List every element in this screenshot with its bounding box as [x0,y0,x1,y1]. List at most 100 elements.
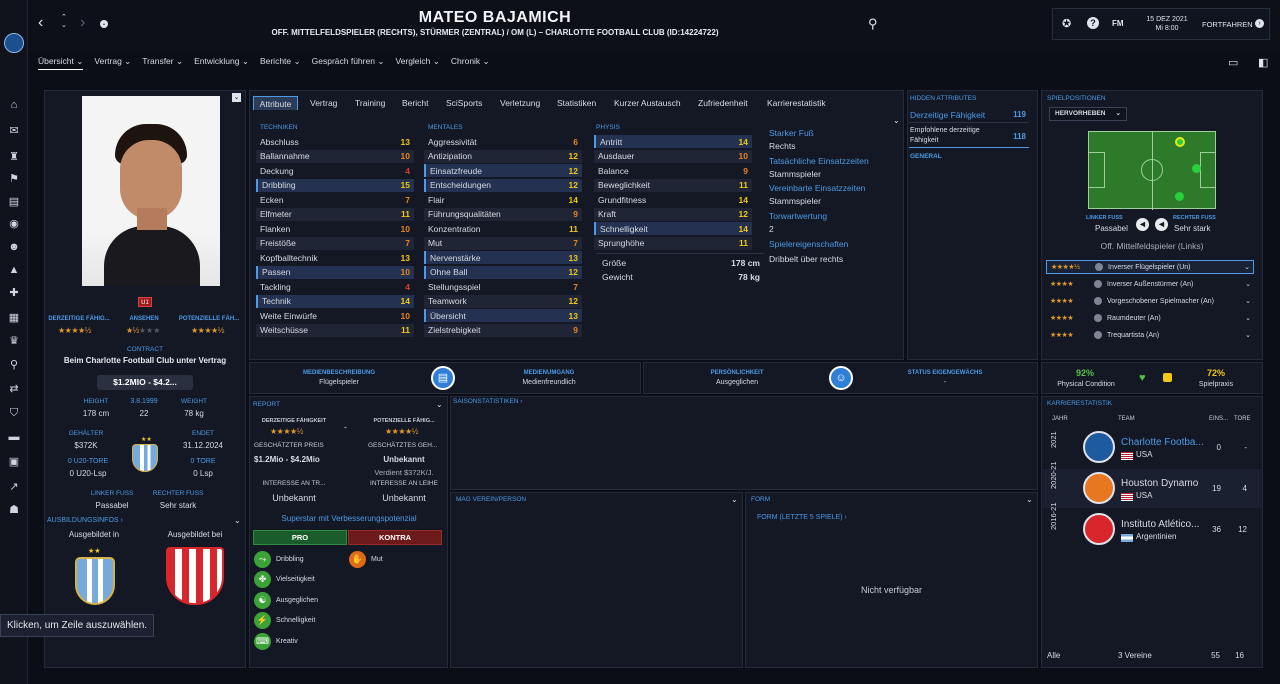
attributes-collapse-icon[interactable]: ⌄ [893,116,900,125]
attribute-row[interactable]: Kopfballtechnik 13 [256,251,414,264]
staff-icon[interactable]: ☻ [7,240,21,254]
training-collapse-icon[interactable]: ⌄ [234,516,241,525]
schedule-icon[interactable]: ◉ [7,217,21,231]
attribute-row[interactable]: Deckung 4 [256,164,414,177]
bookmark-icon[interactable]: ◧ [1258,56,1268,69]
training-icon[interactable]: ▲ [7,263,21,277]
chevron-down-icon[interactable]: ⌄ [1244,263,1250,271]
role-row[interactable]: ★★★★ Inverser Außenstürmer (An) ⌄ [1046,277,1254,291]
tab-scisports[interactable]: SciSports [446,96,482,110]
attribute-row[interactable]: Schnelligkeit 14 [594,222,752,235]
club-info-icon[interactable]: ⛉ [7,406,21,420]
career-row[interactable]: 2020-21 Houston Dynamo USA 19 4 [1043,461,1261,508]
attribute-row[interactable]: Einsatzfreude 12 [424,164,582,177]
back-icon[interactable]: ‹ [38,14,43,32]
career-team[interactable]: Instituto Atlético... [1121,519,1199,530]
role-row[interactable]: ★★★★ Raumdeuter (An) ⌄ [1046,311,1254,325]
tactics-icon[interactable]: ⚑ [7,172,21,186]
tab-injury[interactable]: Verletzung [500,96,540,110]
dropdown-icon[interactable]: ⌄ [100,20,108,28]
menu-transfer[interactable]: Transfer ⌄ [142,56,183,70]
attribute-row[interactable]: Abschluss 13 [256,135,414,148]
menu-talk[interactable]: Gespräch führen ⌄ [312,56,385,70]
attribute-row[interactable]: Weite Einwürfe 10 [256,309,414,322]
continue-button[interactable]: FORTFAHREN [1202,20,1253,29]
attribute-row[interactable]: Mut 7 [424,236,582,250]
tab-career-stats[interactable]: Karrierestatistik [767,96,826,110]
tab-attributes[interactable]: Attribute [253,96,298,110]
strong-foot-label[interactable]: Starker Fuß [769,128,814,138]
search-icon[interactable]: ⚲ [868,16,878,32]
monitor-icon[interactable]: ▭ [1228,56,1238,69]
attribute-row[interactable]: Kraft 12 [594,207,752,221]
manager-icon[interactable]: ☗ [7,503,21,517]
attribute-row[interactable]: Weitschüsse 11 [256,323,414,337]
chevron-down-icon[interactable]: ⌄ [1245,314,1251,322]
up-down-icon[interactable]: ⌃ ⌄ [61,14,67,30]
forward-icon[interactable]: › [80,14,85,32]
attribute-row[interactable]: Antizipation 12 [424,149,582,163]
menu-compare[interactable]: Vergleich ⌄ [395,56,439,70]
tab-report[interactable]: Bericht [402,96,428,110]
menu-contract[interactable]: Vertrag ⌄ [94,56,131,70]
attribute-row[interactable]: Teamwork 12 [424,294,582,308]
form-collapse-icon[interactable]: ⌄ [1026,495,1033,504]
attribute-row[interactable]: Aggressivität 6 [424,135,582,148]
season-stats-header[interactable]: SAISONSTATISTIKEN › [453,398,522,405]
help-icon[interactable]: ? [1087,17,1099,29]
club-logo-icon[interactable] [4,33,24,53]
chevron-down-icon[interactable]: ⌄ [1245,280,1251,288]
menu-overview[interactable]: Übersicht ⌄ [38,56,84,70]
attribute-row[interactable]: Entscheidungen 12 [424,178,582,192]
favourites-collapse-icon[interactable]: ⌄ [731,495,738,504]
attribute-row[interactable]: Ausdauer 10 [594,149,752,163]
gk-rating-label[interactable]: Torwartwertung [769,211,827,221]
attribute-row[interactable]: Tackling 4 [256,280,414,293]
attribute-row[interactable]: Ballannahme 10 [256,149,414,163]
attribute-row[interactable]: Flanken 10 [256,222,414,235]
fm-logo[interactable]: FM [1112,19,1124,28]
report-collapse-icon[interactable]: ⌄ [436,400,443,409]
finances-icon[interactable]: ▬ [7,430,21,444]
calendar-icon[interactable]: ▦ [7,311,21,325]
attribute-row[interactable]: Antritt 14 [594,135,752,148]
player-traits-label[interactable]: Spielereigenschaften [769,239,848,249]
report-icon[interactable]: ↗ [7,480,21,494]
inbox-icon[interactable]: ✉ [7,124,21,138]
role-row[interactable]: ★★★★ Vorgeschobener Spielmacher (An) ⌄ [1046,294,1254,308]
attribute-row[interactable]: Beweglichkeit 11 [594,178,752,192]
continue-arrow-icon[interactable]: › [1255,19,1264,28]
tab-happiness[interactable]: Zufriedenheit [698,96,748,110]
highlight-dropdown[interactable]: HERVORHEBEN ⌄ [1049,107,1127,121]
tab-contract[interactable]: Vertrag [310,96,337,110]
value-pill[interactable]: $1.2MIO - $4.2... [97,375,193,390]
transfers-icon[interactable]: ⇄ [7,382,21,396]
tab-short-chat[interactable]: Kurzer Austausch [614,96,681,110]
menu-development[interactable]: Entwicklung ⌄ [194,56,249,70]
attribute-row[interactable]: Nervenstärke 13 [424,251,582,264]
squad-icon[interactable]: ♜ [7,150,21,164]
attribute-row[interactable]: Stellungsspiel 7 [424,280,582,293]
role-row[interactable]: ★★★★ Trequartista (An) ⌄ [1046,328,1254,342]
agreed-playing-time-label[interactable]: Vereinbarte Einsatzzeiten [769,183,865,193]
attribute-row[interactable]: Grundfitness 14 [594,193,752,206]
career-row[interactable]: 2021 Charlotte Footba... USA 0 - [1043,428,1261,467]
training-info-link[interactable]: AUSBILDUNGSINFOS › [47,517,123,524]
attribute-row[interactable]: Übersicht 13 [424,309,582,322]
attribute-row[interactable]: Konzentration 11 [424,222,582,235]
attribute-row[interactable]: Ohne Ball 12 [424,265,582,279]
attribute-row[interactable]: Sprunghöhe 11 [594,236,752,250]
attribute-row[interactable]: Passen 10 [256,265,414,279]
attribute-row[interactable]: Technik 14 [256,294,414,308]
career-team[interactable]: Houston Dynamo [1121,478,1198,489]
attribute-row[interactable]: Flair 14 [424,193,582,206]
menu-history[interactable]: Chronik ⌄ [451,56,490,70]
tab-training[interactable]: Training [355,96,385,110]
attribute-row[interactable]: Freistöße 7 [256,236,414,250]
home-icon[interactable]: ⌂ [7,98,21,112]
chevron-down-icon[interactable]: ⌄ [1245,297,1251,305]
dev-centre-icon[interactable]: ▣ [7,455,21,469]
social-icon[interactable]: ✪ [1062,17,1071,30]
career-row[interactable]: 2016-21 Instituto Atlético... Argentinien 3… [1043,502,1261,549]
career-team[interactable]: Charlotte Footba... [1121,437,1204,448]
